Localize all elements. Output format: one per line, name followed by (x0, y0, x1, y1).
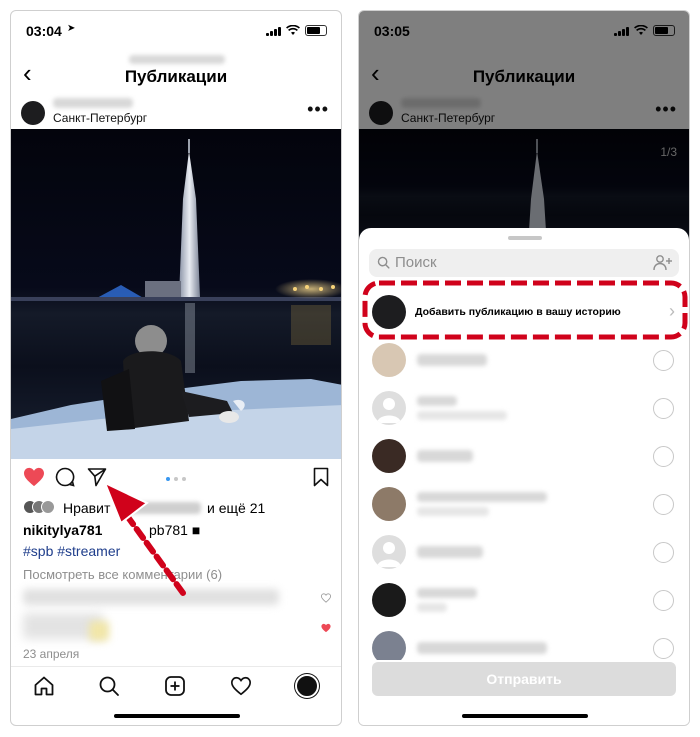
like-heart-icon[interactable] (23, 467, 45, 487)
post-location[interactable]: Санкт-Петербург (53, 111, 147, 125)
page-title: Публикации (124, 67, 228, 86)
home-indicator (114, 714, 240, 718)
comment-liked-icon[interactable] (321, 623, 331, 633)
profile-avatar[interactable] (295, 673, 320, 698)
recipient-row[interactable] (359, 528, 689, 576)
bookmark-icon[interactable] (313, 467, 329, 487)
more-options-icon[interactable]: ••• (307, 99, 329, 120)
bottom-tab-bar (11, 666, 341, 704)
home-icon[interactable] (33, 675, 55, 697)
recipient-avatar (372, 535, 406, 569)
add-post-icon[interactable] (164, 675, 186, 697)
blurred-recipient-name (417, 450, 473, 462)
blurred-recipient-name (417, 642, 547, 654)
recipient-avatar (372, 391, 406, 425)
post-date: 23 апреля (23, 647, 80, 661)
post-header: Санкт-Петербург ••• (11, 95, 341, 131)
blurred-recipient-name (417, 492, 547, 502)
blurred-emoji (89, 621, 109, 641)
dim-overlay[interactable] (359, 11, 689, 251)
sheet-grabber[interactable] (508, 236, 542, 240)
signal-icon (266, 26, 281, 36)
add-people-icon[interactable] (653, 254, 673, 272)
recipient-row[interactable] (359, 624, 689, 660)
blurred-recipient-name (417, 588, 477, 598)
location-arrow-icon: ➤ (67, 23, 76, 34)
select-radio[interactable] (653, 494, 674, 515)
likes-suffix: и ещё 21 (207, 500, 266, 516)
search-icon[interactable] (98, 675, 120, 697)
recipient-avatar (372, 631, 406, 660)
blurred-author-name (53, 98, 133, 108)
recipient-row[interactable] (359, 432, 689, 480)
recipient-row[interactable] (359, 576, 689, 624)
send-button[interactable]: Отправить (372, 662, 676, 696)
status-bar: 03:04 ➤ (11, 11, 341, 47)
left-phone-screen: 03:04 ➤ ‹ Публикации Санкт-Петербург ••• (10, 10, 342, 726)
recipient-avatar (372, 487, 406, 521)
select-radio[interactable] (653, 542, 674, 563)
blurred-recipient-subtitle (417, 411, 507, 420)
blurred-recipient-name (417, 354, 487, 366)
search-input[interactable]: Поиск (369, 249, 679, 277)
recipient-avatar (372, 439, 406, 473)
red-arrow-annotation (103, 480, 186, 596)
select-radio[interactable] (653, 398, 674, 419)
select-radio[interactable] (653, 350, 674, 371)
select-radio[interactable] (653, 590, 674, 611)
comment-like-icon[interactable] (321, 593, 331, 603)
red-highlight-annotation (361, 279, 689, 341)
recipient-avatar (372, 343, 406, 377)
top-nav: ‹ Публикации (11, 51, 341, 97)
search-placeholder: Поиск (395, 254, 437, 271)
comment-icon[interactable] (55, 467, 75, 487)
blurred-recipient-name (417, 546, 483, 558)
recipient-row[interactable] (359, 480, 689, 528)
default-avatar-icon (377, 398, 401, 423)
recipient-row[interactable] (359, 384, 689, 432)
night-tower-photo (11, 139, 341, 459)
blurred-recipient-name (417, 396, 457, 406)
select-radio[interactable] (653, 446, 674, 467)
recipient-avatar (372, 583, 406, 617)
blurred-username (129, 55, 225, 64)
liker-avatar (41, 500, 55, 514)
blurred-recipient-subtitle (417, 507, 489, 516)
right-phone-screen: 03:05 ‹ Публикации Санкт-Петербург ••• 1… (358, 10, 690, 726)
status-time: 03:04 (26, 23, 62, 39)
select-radio[interactable] (653, 638, 674, 659)
battery-icon (305, 25, 327, 36)
blurred-recipient-subtitle (417, 603, 447, 612)
search-icon (377, 256, 390, 269)
wifi-icon (286, 25, 300, 35)
default-avatar-icon (377, 542, 401, 567)
home-indicator (462, 714, 588, 718)
post-photo[interactable] (11, 129, 341, 459)
author-avatar[interactable] (21, 101, 45, 125)
activity-heart-icon[interactable] (230, 675, 252, 697)
recipient-row[interactable] (359, 336, 689, 384)
